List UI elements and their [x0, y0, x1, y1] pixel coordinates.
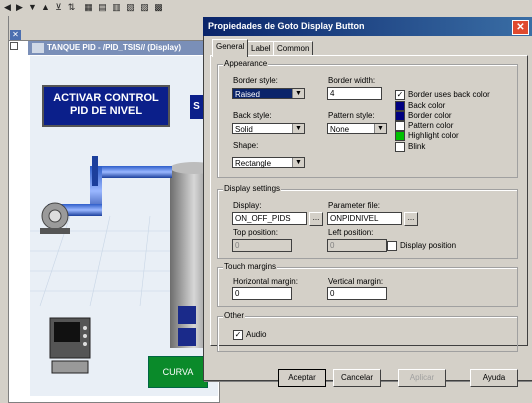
print-icon[interactable]: ▨: [139, 2, 150, 13]
pattern-style-label: Pattern style:: [328, 111, 375, 120]
table-icon[interactable]: ▥: [111, 2, 122, 13]
up-icon[interactable]: ▲: [40, 2, 51, 13]
display-window-title: TANQUE PID - /PID_TSIS// (Display): [28, 41, 218, 55]
chevron-down-icon: ▼: [374, 124, 386, 133]
horizontal-margin-field[interactable]: 0: [232, 287, 292, 300]
appearance-label: Appearance: [223, 59, 269, 68]
parameter-file-field[interactable]: ONPIDNIVEL: [327, 212, 402, 225]
tab-common[interactable]: Common: [273, 41, 314, 56]
first-icon[interactable]: ◀: [2, 2, 13, 13]
dialog-title-bar: Propiedades de Goto Display Button: [203, 17, 532, 36]
dialog-title: Propiedades de Goto Display Button: [208, 21, 365, 31]
s-button[interactable]: S: [190, 95, 203, 119]
top-position-field[interactable]: 0: [232, 239, 292, 252]
audio-label: Audio: [246, 330, 267, 339]
highlight-color-swatch[interactable]: [395, 131, 405, 141]
pattern-color-label: Pattern color: [408, 121, 454, 130]
back-style-label: Back style:: [233, 111, 272, 120]
activate-pid-button[interactable]: ACTIVAR CONTROL PID DE NIVEL: [42, 85, 170, 127]
border-uses-back-color-checkbox[interactable]: ✓: [395, 90, 405, 100]
curva-button[interactable]: CURVA: [148, 356, 208, 388]
touch-margins-label: Touch margins: [223, 262, 278, 271]
left-position-field[interactable]: 0: [327, 239, 387, 252]
highlight-color-label: Highlight color: [408, 131, 459, 140]
tab-label[interactable]: Label: [247, 41, 275, 56]
display-settings-label: Display settings: [223, 184, 282, 193]
shape-select[interactable]: Rectangle ▼: [232, 157, 305, 168]
help-button[interactable]: Ayuda: [470, 369, 518, 387]
back-color-label: Back color: [408, 101, 446, 110]
border-style-value: Raised: [235, 90, 260, 99]
close-icon[interactable]: ✕: [10, 30, 21, 40]
display-label: Display:: [233, 201, 262, 210]
display-position-label: Display position: [400, 241, 457, 250]
blink-checkbox[interactable]: [395, 142, 405, 152]
down-icon[interactable]: ▼: [27, 2, 38, 13]
vertical-margin-field[interactable]: 0: [327, 287, 387, 300]
chart-icon[interactable]: ▧: [125, 2, 136, 13]
tab-general[interactable]: General: [212, 39, 249, 57]
filter-icon[interactable]: ⊻: [53, 2, 64, 13]
horizontal-margin-label: Horizontal margin:: [233, 277, 298, 286]
toolbar: ◀ ▶ ▼ ▲ ⊻ ⇅ ▦ ▤ ▥ ▧ ▨ ▩: [0, 0, 532, 16]
border-color-swatch[interactable]: [395, 111, 405, 121]
cancel-button[interactable]: Cancelar: [333, 369, 381, 387]
left-position-label: Left position:: [328, 228, 374, 237]
border-width-label: Border width:: [328, 76, 376, 85]
shape-value: Rectangle: [235, 159, 272, 168]
chevron-down-icon: ▼: [292, 124, 304, 133]
chevron-down-icon: ▼: [292, 89, 304, 98]
sort-icon[interactable]: ⇅: [66, 2, 77, 13]
grid-icon[interactable]: ▦: [83, 2, 94, 13]
window-icon: [32, 43, 44, 53]
back-style-value: Solid: [235, 125, 253, 134]
shape-label: Shape:: [233, 141, 259, 150]
border-color-label: Border color: [408, 111, 452, 120]
pattern-style-select[interactable]: None ▼: [327, 123, 387, 134]
border-style-label: Border style:: [233, 76, 278, 85]
window-icon[interactable]: ▤: [97, 2, 108, 13]
top-position-label: Top position:: [233, 228, 278, 237]
other-label: Other: [223, 311, 246, 320]
blink-label: Blink: [408, 142, 426, 151]
back-style-select[interactable]: Solid ▼: [232, 123, 305, 134]
image-icon[interactable]: ▩: [153, 2, 164, 13]
vertical-margin-label: Vertical margin:: [328, 277, 384, 286]
display-field[interactable]: ON_OFF_PIDS: [232, 212, 307, 225]
border-width-field[interactable]: 4: [327, 87, 382, 100]
close-button[interactable]: ✕: [512, 20, 529, 35]
parameter-file-browse-button[interactable]: ...: [404, 212, 418, 226]
pattern-style-value: None: [330, 125, 350, 134]
border-uses-back-color-label: Border uses back color: [408, 90, 490, 99]
prev-icon[interactable]: ▶: [14, 2, 25, 13]
parameter-file-label: Parameter file:: [328, 201, 381, 210]
pattern-color-swatch[interactable]: [395, 121, 405, 131]
audio-checkbox[interactable]: ✓: [233, 330, 243, 340]
display-title-text: TANQUE PID - /PID_TSIS// (Display): [47, 43, 182, 52]
display-position-checkbox[interactable]: [387, 241, 397, 251]
scroll-up-icon[interactable]: [10, 42, 18, 50]
apply-button[interactable]: Aplicar: [398, 369, 446, 387]
ok-button[interactable]: Aceptar: [278, 369, 326, 387]
display-browse-button[interactable]: ...: [309, 212, 323, 226]
back-color-swatch[interactable]: [395, 101, 405, 111]
border-style-select[interactable]: Raised ▼: [232, 88, 305, 99]
chevron-down-icon: ▼: [292, 158, 304, 167]
